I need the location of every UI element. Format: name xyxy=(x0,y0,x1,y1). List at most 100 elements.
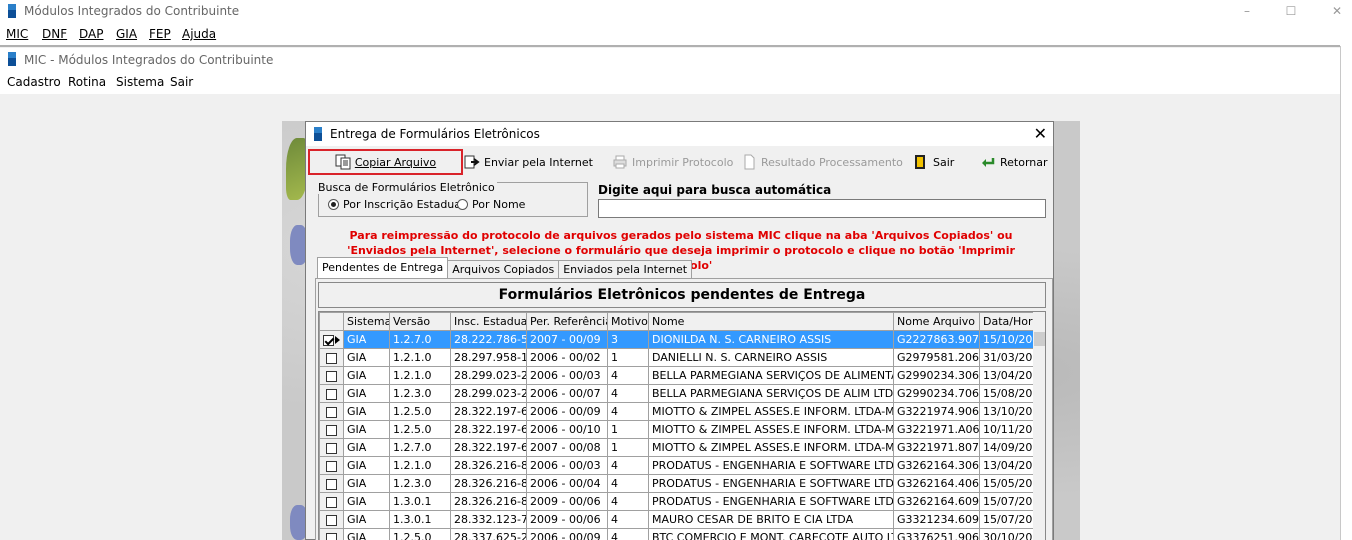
cell-data-hora: 31/03/20 xyxy=(979,348,1034,367)
menu-cadastro[interactable]: Cadastro xyxy=(7,75,61,89)
cell-per-referencia: 2006 - 00/07 xyxy=(526,384,608,403)
close-window-button[interactable]: ✕ xyxy=(1314,0,1352,24)
menu-gia-label: GIA xyxy=(116,27,138,41)
row-checkbox[interactable] xyxy=(326,352,337,364)
sair-button[interactable]: Sair xyxy=(913,149,954,175)
row-checkbox[interactable] xyxy=(326,460,337,472)
cell-nome: MIOTTO & ZIMPEL ASSES.E INFORM. LTDA-ME xyxy=(648,402,894,421)
row-select-cell[interactable] xyxy=(319,510,344,529)
cell-insc-estadual: 28.297.958-1 xyxy=(450,348,527,367)
maximize-button[interactable]: ☐ xyxy=(1268,0,1314,24)
cell-sistema: GIA xyxy=(343,348,390,367)
cell-nome-arquivo: G3262164.609 xyxy=(893,492,980,511)
table-row[interactable]: GIA 1.2.1.0 28.299.023-2 2006 - 00/03 4 BELLA… xyxy=(319,366,1034,385)
cell-data-hora: 15/05/20 xyxy=(979,474,1034,493)
table-row[interactable]: GIA 1.2.7.0 28.322.197-6 2007 - 00/08 1 MIOTT… xyxy=(319,438,1034,457)
retornar-button[interactable]: Retornar xyxy=(980,149,1048,175)
row-checkbox[interactable] xyxy=(326,424,337,436)
busca-automatica-label: Digite aqui para busca automática xyxy=(598,183,832,197)
table-row[interactable]: GIA 1.3.0.1 28.326.216-8 2009 - 00/06 4 PRODA… xyxy=(319,492,1034,511)
cell-insc-estadual: 28.322.197-6 xyxy=(450,438,527,457)
row-checkbox[interactable] xyxy=(326,370,337,382)
row-select-cell[interactable] xyxy=(319,492,344,511)
row-checkbox[interactable] xyxy=(326,532,337,540)
table-row[interactable]: GIA 1.2.3.0 28.326.216-8 2006 - 00/04 4 PRODA… xyxy=(319,474,1034,493)
menu-mic[interactable]: MIC xyxy=(6,27,28,41)
cell-data-hora: 10/11/20 xyxy=(979,420,1034,439)
column-header-nome-arquivo[interactable]: Nome Arquivo xyxy=(893,312,980,331)
cell-per-referencia: 2006 - 00/09 xyxy=(526,528,608,540)
table-row[interactable]: GIA 1.2.5.0 28.337.625-2 2006 - 00/09 4 BTC C… xyxy=(319,528,1034,540)
table-row[interactable]: GIA 1.2.5.0 28.322.197-6 2006 - 00/10 1 MIOTT… xyxy=(319,420,1034,439)
table-row[interactable]: GIA 1.3.0.1 28.332.123-7 2009 - 00/06 4 MAURO… xyxy=(319,510,1034,529)
menu-sistema[interactable]: Sistema xyxy=(116,75,164,89)
grid-vertical-scrollbar[interactable] xyxy=(1033,312,1045,540)
table-row[interactable]: GIA 1.2.5.0 28.322.197-6 2006 - 00/09 4 MIOTT… xyxy=(319,402,1034,421)
row-select-cell[interactable] xyxy=(319,474,344,493)
menu-rotina[interactable]: Rotina xyxy=(68,75,106,89)
cell-per-referencia: 2009 - 00/06 xyxy=(526,492,608,511)
column-header-insc-estadual[interactable]: Insc. Estadual xyxy=(450,312,527,331)
table-row[interactable]: GIA 1.2.1.0 28.326.216-8 2006 - 00/03 4 PRODA… xyxy=(319,456,1034,475)
table-header-row: Sistema Versão Insc. Estadual Per. Refer… xyxy=(319,312,1034,331)
busca-group-label: Busca de Formulários Eletrônico xyxy=(316,181,497,194)
menu-mic-label: MIC xyxy=(6,27,29,41)
imprimir-protocolo-button[interactable]: Imprimir Protocolo xyxy=(612,149,733,175)
cell-versao: 1.2.7.0 xyxy=(389,330,451,349)
menu-dap[interactable]: DAP xyxy=(79,27,103,41)
resultado-processamento-button[interactable]: Resultado Processamento xyxy=(741,149,903,175)
column-header-nome[interactable]: Nome xyxy=(648,312,894,331)
row-checkbox[interactable] xyxy=(326,388,337,400)
send-arrow-icon xyxy=(464,154,480,170)
menu-sair[interactable]: Sair xyxy=(170,75,193,89)
tab-pendentes-entrega[interactable]: Pendentes de Entrega xyxy=(317,257,449,278)
row-select-cell[interactable] xyxy=(319,348,344,367)
row-select-cell[interactable] xyxy=(319,366,344,385)
busca-automatica-input[interactable] xyxy=(598,199,1046,218)
printer-icon xyxy=(612,154,628,170)
row-select-cell[interactable] xyxy=(319,528,344,540)
menu-dnf[interactable]: DNF xyxy=(42,27,67,41)
radio-nome-dot xyxy=(457,199,468,210)
minimize-button[interactable]: – xyxy=(1224,0,1270,24)
menu-ajuda[interactable]: Ajuda xyxy=(182,27,216,41)
column-header-data-hora[interactable]: Data/Hor xyxy=(979,312,1034,331)
table-row[interactable]: GIA 1.2.1.0 28.297.958-1 2006 - 00/02 1 DANIE… xyxy=(319,348,1034,367)
row-select-cell[interactable] xyxy=(319,438,344,457)
column-header-versao[interactable]: Versão xyxy=(389,312,451,331)
row-checkbox[interactable] xyxy=(326,514,337,526)
radio-inscricao-label: Por Inscrição Estadual xyxy=(343,198,465,211)
scrollbar-thumb[interactable] xyxy=(1034,332,1045,346)
column-header-per-referencia[interactable]: Per. Referência xyxy=(526,312,608,331)
row-checkbox[interactable] xyxy=(326,442,337,454)
menu-fep[interactable]: FEP xyxy=(149,27,171,41)
row-checkbox[interactable] xyxy=(326,478,337,490)
radio-por-nome[interactable]: Por Nome xyxy=(457,198,525,211)
cell-nome: BTC COMERCIO E MONT. CARECOTE AUTO LT xyxy=(648,528,894,540)
tab-arquivos-copiados[interactable]: Arquivos Copiados xyxy=(447,260,560,278)
table-row[interactable]: GIA 1.2.3.0 28.299.023-2 2006 - 00/07 4 BELLA… xyxy=(319,384,1034,403)
row-select-cell[interactable] xyxy=(319,402,344,421)
row-checkbox[interactable] xyxy=(326,496,337,508)
row-select-cell[interactable] xyxy=(319,384,344,403)
radio-por-inscricao[interactable]: Por Inscrição Estadual xyxy=(328,198,464,211)
table-row[interactable]: GIA 1.2.7.0 28.222.786-5 2007 - 00/09 3 DIONI… xyxy=(319,330,1034,349)
tab-enviados-internet[interactable]: Enviados pela Internet xyxy=(558,260,693,278)
copiar-arquivo-button[interactable]: Copiar Arquivo xyxy=(308,149,463,175)
current-row-arrow-icon xyxy=(335,336,340,344)
row-select-cell[interactable] xyxy=(319,330,344,349)
row-select-cell[interactable] xyxy=(319,456,344,475)
column-header-sistema[interactable]: Sistema xyxy=(343,312,390,331)
menu-gia[interactable]: GIA xyxy=(116,27,137,41)
row-checkbox[interactable] xyxy=(326,406,337,418)
document-icon xyxy=(741,154,757,170)
column-header-motivo[interactable]: Motivo xyxy=(607,312,649,331)
cell-sistema: GIA xyxy=(343,474,390,493)
cell-data-hora: 15/07/20 xyxy=(979,510,1034,529)
enviar-internet-button[interactable]: Enviar pela Internet xyxy=(464,149,593,175)
row-checkbox[interactable] xyxy=(323,334,334,346)
row-select-cell[interactable] xyxy=(319,420,344,439)
cell-per-referencia: 2009 - 00/06 xyxy=(526,510,608,529)
dialog-close-button[interactable]: ✕ xyxy=(1034,124,1047,143)
cell-motivo: 4 xyxy=(607,384,649,403)
